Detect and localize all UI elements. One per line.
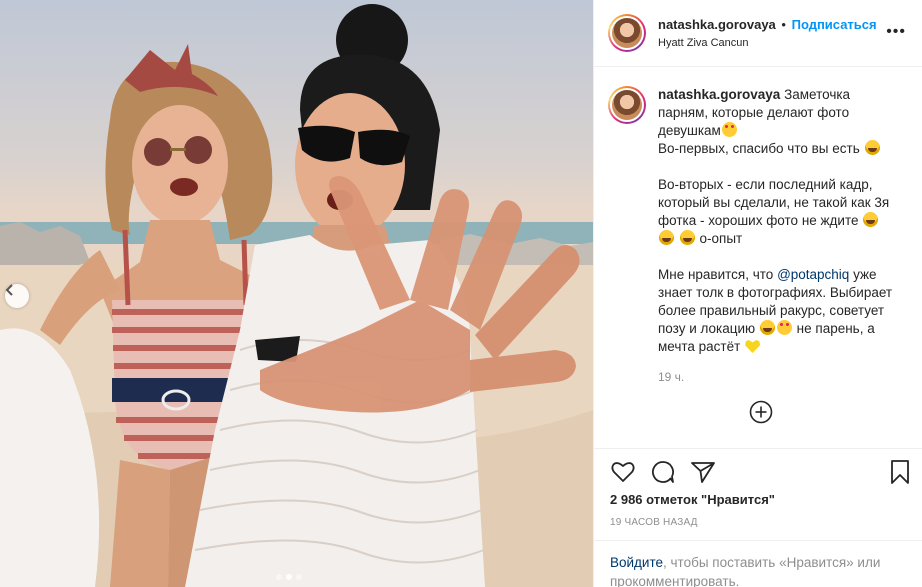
carousel-dot: [276, 574, 282, 580]
laughing-emoji-icon: [679, 230, 695, 245]
chevron-left-icon: [5, 284, 13, 296]
caption-text: natashka.gorovaya Заметочка парням, кото…: [658, 86, 898, 386]
comment-button[interactable]: [650, 459, 676, 485]
comments-area: natashka.gorovaya Заметочка парням, кото…: [594, 68, 922, 448]
caption: natashka.gorovaya Заметочка парням, кото…: [608, 86, 906, 386]
comment-bubble-icon: [652, 461, 674, 483]
post-side-panel: natashka.gorovaya • Подписаться Hyatt Zi…: [593, 0, 922, 587]
smiling-hearts-emoji-icon: [776, 320, 792, 335]
login-prompt: Войдите, чтобы поставить «Нравится» или …: [594, 540, 922, 587]
follow-button[interactable]: Подписаться: [792, 17, 877, 32]
laughing-emoji-icon: [864, 140, 880, 155]
post-action-bar: [594, 448, 922, 496]
post-header: natashka.gorovaya • Подписаться Hyatt Zi…: [594, 0, 922, 67]
caption-line-4: Мне нравится, что: [658, 267, 778, 282]
carousel-dot: [296, 574, 302, 580]
heart-outline-icon: [611, 462, 635, 482]
carousel-prev-button[interactable]: [5, 284, 29, 308]
post-photo[interactable]: [0, 0, 593, 587]
save-button[interactable]: [889, 459, 915, 485]
like-button[interactable]: [610, 459, 636, 485]
post-location[interactable]: Hyatt Ziva Cancun: [658, 36, 877, 51]
mention-link[interactable]: @potapchiq: [777, 267, 849, 282]
beach-photo-illustration: [0, 4, 593, 587]
carousel-dot-active: [286, 574, 292, 580]
paper-plane-icon: [691, 462, 715, 483]
share-button[interactable]: [690, 459, 716, 485]
laughing-emoji-icon: [863, 212, 879, 227]
caption-username[interactable]: natashka.gorovaya: [658, 87, 780, 102]
plus-circle-icon: [749, 400, 773, 424]
smiling-hearts-emoji-icon: [721, 122, 737, 137]
caption-avatar[interactable]: [608, 86, 646, 124]
likes-count[interactable]: 2 986 отметок "Нравится": [610, 492, 775, 507]
bookmark-icon: [891, 460, 909, 484]
caption-line-3: Во-вторых - если последний кадр, который…: [658, 177, 890, 228]
post-time[interactable]: 19 часов назад: [610, 517, 698, 528]
avatar-image: [612, 18, 642, 48]
laughing-emoji-icon: [659, 230, 674, 245]
caption-timestamp[interactable]: 19 ч.: [658, 368, 898, 386]
avatar-image: [612, 90, 642, 120]
laughing-emoji-icon: [759, 320, 775, 335]
more-options-icon[interactable]: •••: [886, 24, 906, 40]
avatar[interactable]: [608, 14, 646, 52]
carousel-indicator: [276, 574, 302, 580]
load-more-comments-button[interactable]: [749, 400, 773, 424]
separator-dot: •: [781, 16, 786, 32]
post-author-username[interactable]: natashka.gorovaya: [658, 17, 776, 32]
yellow-heart-emoji-icon: [745, 340, 760, 353]
login-link[interactable]: Войдите: [610, 555, 663, 570]
caption-line-3-end: о-опыт: [699, 231, 743, 246]
caption-line-2: Во-первых, спасибо что вы есть: [658, 141, 860, 156]
